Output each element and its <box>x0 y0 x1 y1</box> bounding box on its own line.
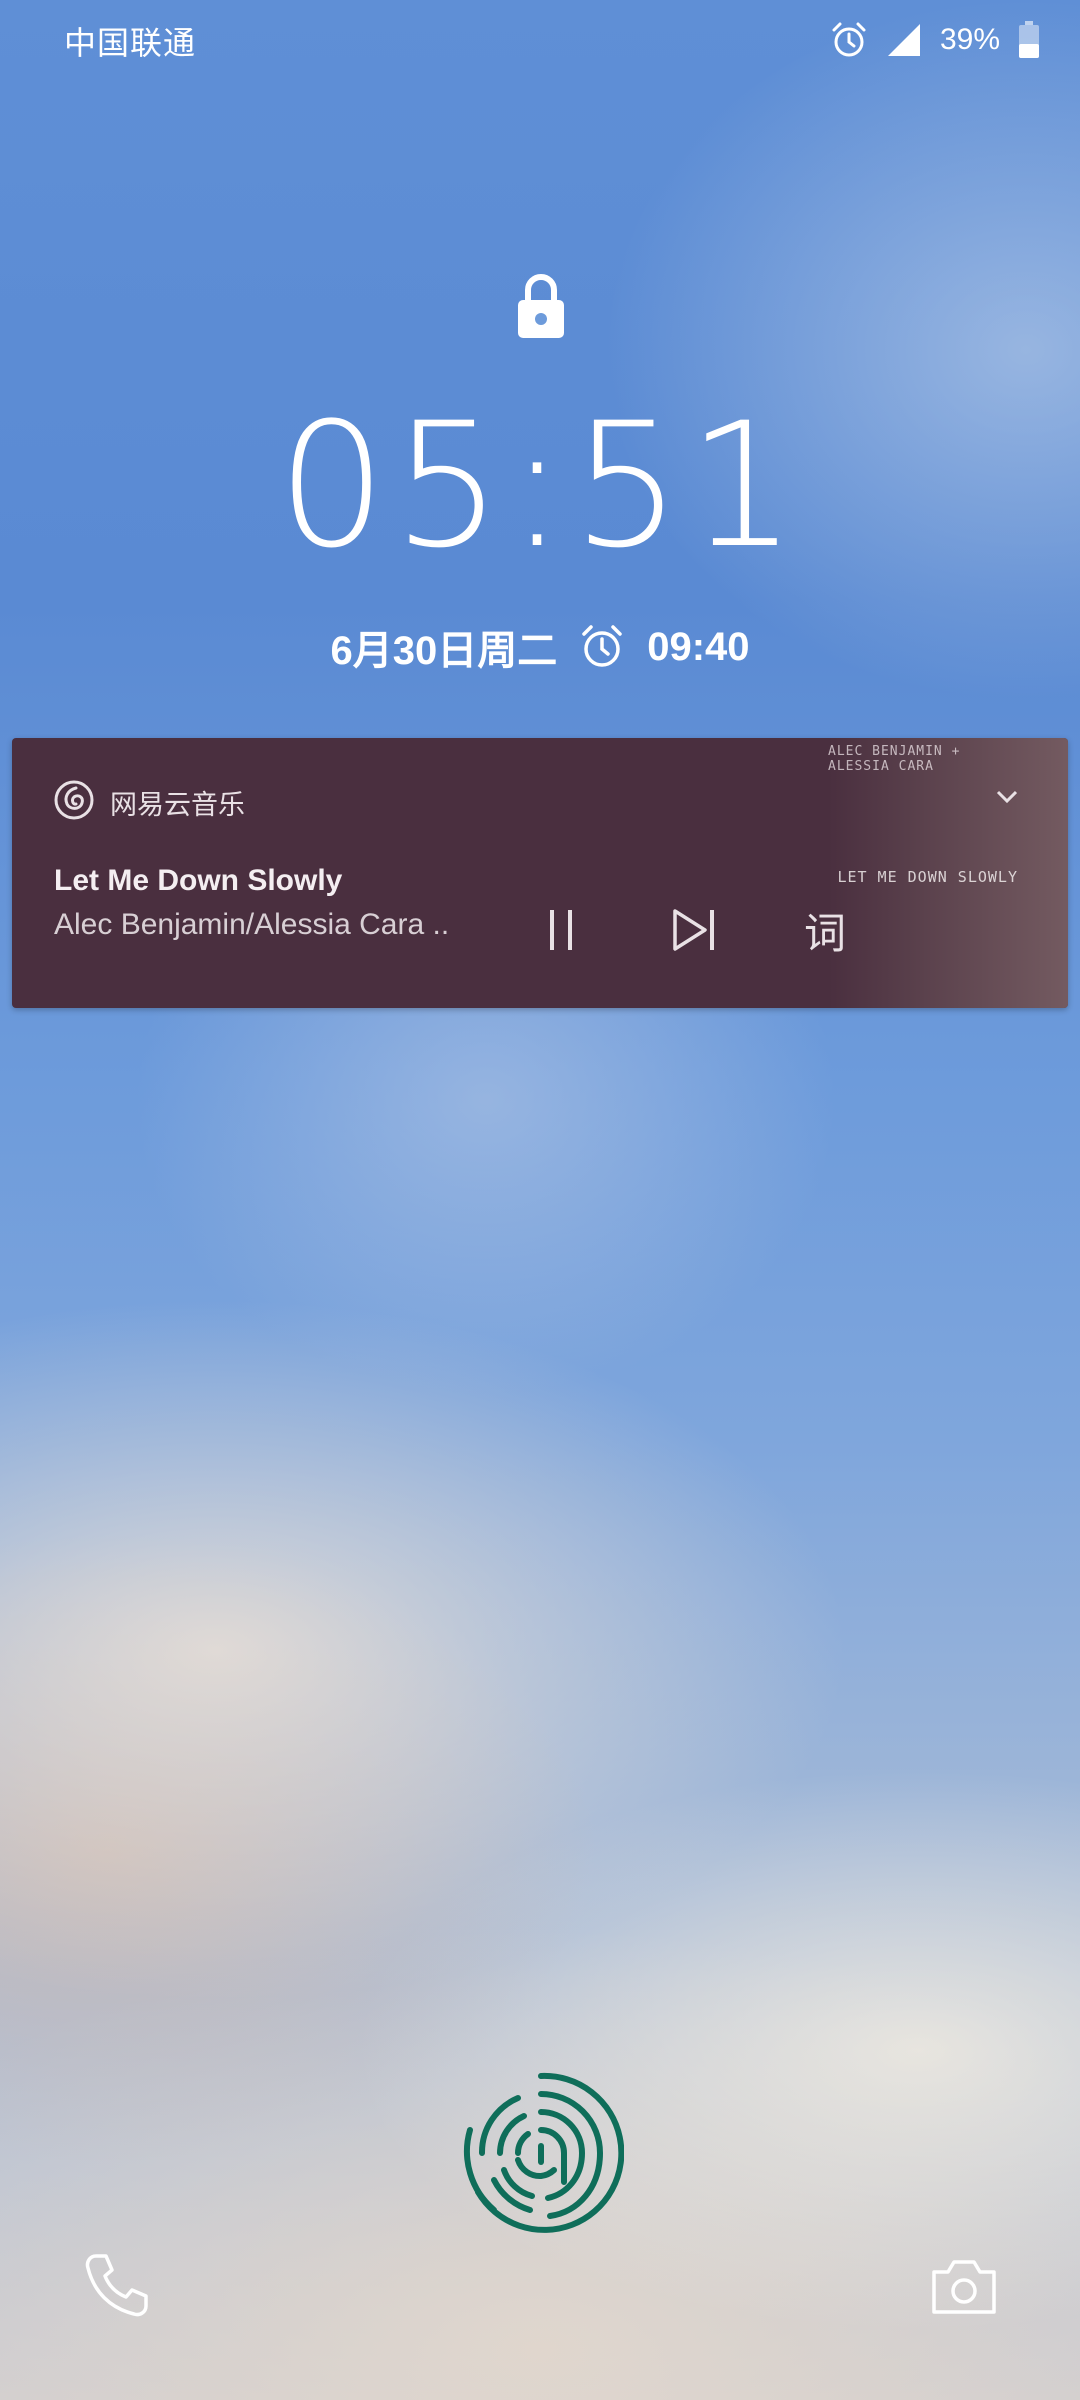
pause-button[interactable] <box>532 898 592 962</box>
alarm-time: 09:40 <box>647 624 750 669</box>
date-alarm-row: 6月30日周二 09:40 <box>0 618 1080 676</box>
netease-music-icon <box>54 780 94 825</box>
song-title: Let Me Down Slowly <box>54 864 343 897</box>
alarm-icon <box>830 21 868 59</box>
lockscreen-clock: 05:51 <box>277 385 803 586</box>
camera-icon[interactable] <box>928 2256 1000 2318</box>
phone-icon[interactable] <box>82 2250 152 2320</box>
pause-icon <box>550 910 572 950</box>
song-artist: Alec Benjamin/Alessia Cara .. <box>54 908 450 941</box>
signal-icon <box>886 22 922 58</box>
album-art: ALEC BENJAMIN + ALESSIA CARA LET ME DOWN… <box>828 738 1068 1008</box>
album-art-caption: LET ME DOWN SLOWLY <box>837 868 1018 886</box>
carrier-name: 中国联通 <box>64 25 197 61</box>
battery-percent: 39% <box>939 23 1000 56</box>
alarm-icon <box>579 624 625 670</box>
lyrics-button[interactable]: 词 <box>792 898 858 962</box>
status-bar: 中国联通 39% <box>0 0 1080 80</box>
media-notification[interactable]: ALEC BENJAMIN + ALESSIA CARA LET ME DOWN… <box>12 738 1068 1008</box>
skip-next-icon <box>673 909 714 951</box>
next-track-button[interactable] <box>662 898 726 962</box>
status-icons: 39% <box>830 18 1040 62</box>
notification-app-row: 网易云音乐 <box>54 780 245 825</box>
date-label: 6月30日周二 <box>330 629 558 673</box>
app-name: 网易云音乐 <box>110 790 245 820</box>
album-art-header: ALEC BENJAMIN + ALESSIA CARA <box>828 744 961 774</box>
lock-icon <box>510 270 572 340</box>
battery-icon <box>1018 21 1040 59</box>
fingerprint-icon[interactable] <box>458 2070 625 2236</box>
chevron-down-icon[interactable] <box>994 788 1020 811</box>
